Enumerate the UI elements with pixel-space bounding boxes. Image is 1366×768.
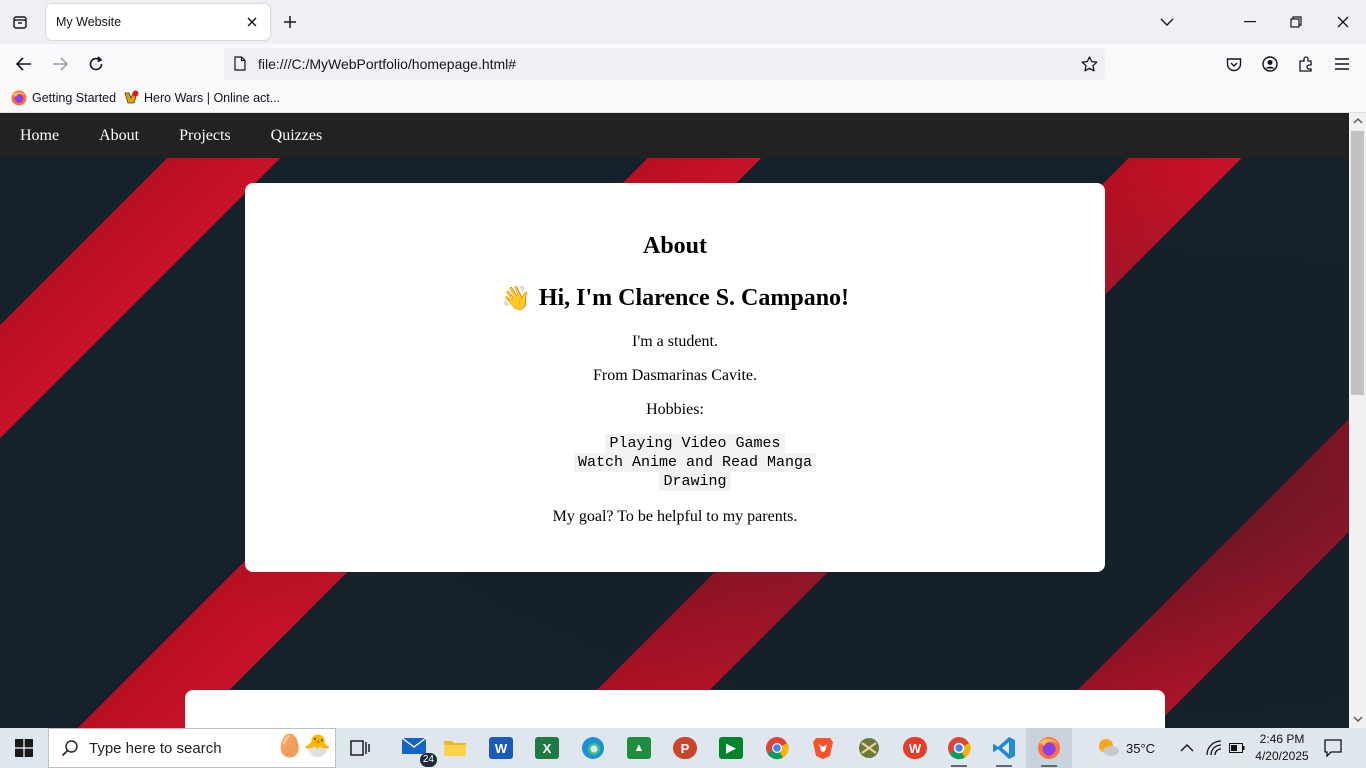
greeting-heading: 👋 Hi, I'm Clarence S. Campano! <box>245 284 1105 313</box>
bookmark-getting-started[interactable]: Getting Started <box>11 90 116 106</box>
list-all-tabs-icon[interactable] <box>1144 0 1190 44</box>
vscode-icon[interactable] <box>981 728 1027 768</box>
greeting-text: Hi, I'm Clarence S. Campano! <box>538 285 850 311</box>
hobby-item: Playing Video Games <box>605 434 785 453</box>
system-clock[interactable]: 2:46 PM 4/20/2025 <box>1246 731 1318 765</box>
page-scrollbar[interactable] <box>1349 113 1366 728</box>
windows-taskbar: Type here to search 🥚🐣 24 W X ▲ P ▶ W 35… <box>0 728 1366 768</box>
hobby-list: Playing Video Games Watch Anime and Read… <box>245 434 1105 491</box>
clock-time: 2:46 PM <box>1259 732 1305 746</box>
browser-tab[interactable]: My Website <box>46 4 270 40</box>
about-card: About 👋 Hi, I'm Clarence S. Campano! I'm… <box>245 183 1105 572</box>
student-line: I'm a student. <box>632 333 718 350</box>
tab-bar: My Website <box>0 0 1366 44</box>
next-card <box>185 690 1165 728</box>
game-app-icon[interactable] <box>846 728 892 768</box>
site-nav-home[interactable]: Home <box>20 127 59 145</box>
chrome-icon[interactable] <box>754 728 800 768</box>
close-window-icon[interactable] <box>1320 0 1366 44</box>
about-title: About <box>642 233 708 259</box>
reload-icon[interactable] <box>82 50 110 78</box>
restore-icon[interactable] <box>1273 0 1319 44</box>
bookmark-hero-wars[interactable]: Hero Wars | Online act... <box>123 90 280 106</box>
scroll-up-icon[interactable] <box>1352 115 1363 126</box>
task-view-icon[interactable] <box>337 728 383 768</box>
windows-start-icon[interactable] <box>0 728 48 768</box>
hobbies-label: Hobbies: <box>646 401 704 418</box>
weather-sun-cloud-icon <box>1096 737 1120 760</box>
word-icon[interactable]: W <box>478 728 524 768</box>
search-placeholder: Type here to search <box>89 739 222 757</box>
chrome-profile-icon[interactable] <box>936 728 982 768</box>
temperature: 35°C <box>1126 740 1156 756</box>
location-line: From Dasmarinas Cavite. <box>593 367 757 384</box>
wps-office-icon[interactable]: W <box>892 728 938 768</box>
bookmark-star-icon[interactable] <box>1079 54 1099 74</box>
waving-hand-icon: 👋 <box>500 286 531 312</box>
scrollbar-thumb[interactable] <box>1351 131 1364 395</box>
meet-icon[interactable]: ▶ <box>708 728 754 768</box>
minimize-icon[interactable] <box>1227 0 1273 44</box>
site-nav-quizzes[interactable]: Quizzes <box>271 127 323 145</box>
excel-icon[interactable]: X <box>524 728 570 768</box>
classroom-icon[interactable]: ▲ <box>616 728 662 768</box>
url-bar[interactable]: file:///C:/MyWebPortfolio/homepage.html# <box>224 48 1105 80</box>
brave-icon[interactable] <box>800 728 846 768</box>
page-viewport: Home About Projects Quizzes About 👋 Hi, … <box>0 113 1349 728</box>
hobby-item: Drawing <box>659 472 731 491</box>
show-hidden-icons[interactable] <box>1180 728 1194 768</box>
extensions-icon[interactable] <box>1292 50 1320 78</box>
edge-icon[interactable] <box>570 728 616 768</box>
taskbar-search-input[interactable]: Type here to search 🥚🐣 <box>48 728 336 768</box>
site-nav-about[interactable]: About <box>99 127 139 145</box>
hobby-item: Watch Anime and Read Manga <box>573 453 817 472</box>
powerpoint-icon[interactable]: P <box>662 728 708 768</box>
weather-widget[interactable]: 35°C <box>1096 728 1155 768</box>
account-icon[interactable] <box>1256 50 1284 78</box>
notifications-icon[interactable] <box>1324 728 1342 768</box>
clock-date: 4/20/2025 <box>1255 749 1309 763</box>
wifi-icon[interactable] <box>1205 728 1223 768</box>
new-tab-icon[interactable] <box>278 8 302 36</box>
forward-icon[interactable] <box>46 50 74 78</box>
page-icon <box>234 56 246 74</box>
firefox-icon <box>11 90 27 106</box>
site-nav: Home About Projects Quizzes <box>0 113 1349 158</box>
firefox-taskbar-icon[interactable] <box>1026 728 1072 768</box>
file-explorer-icon[interactable] <box>432 728 478 768</box>
menu-icon[interactable] <box>1328 50 1356 78</box>
search-icon <box>61 739 79 761</box>
bookmarks-toolbar: Getting Started Hero Wars | Online act..… <box>0 84 1366 113</box>
site-nav-projects[interactable]: Projects <box>179 127 231 145</box>
back-icon[interactable] <box>10 50 38 78</box>
easter-eggs-icon: 🥚🐣 <box>276 733 331 758</box>
pocket-icon[interactable] <box>1220 50 1248 78</box>
battery-icon[interactable] <box>1229 728 1245 768</box>
close-tab-icon[interactable] <box>242 12 262 32</box>
scroll-down-icon[interactable] <box>1352 714 1363 725</box>
url-text: file:///C:/MyWebPortfolio/homepage.html# <box>258 56 517 72</box>
goal-line: My goal? To be helpful to my parents. <box>552 508 798 525</box>
tab-list-icon[interactable] <box>6 8 34 36</box>
mail-app-icon[interactable]: 24 <box>391 728 437 768</box>
hero-wars-icon <box>123 90 139 106</box>
tab-title: My Website <box>56 15 122 29</box>
